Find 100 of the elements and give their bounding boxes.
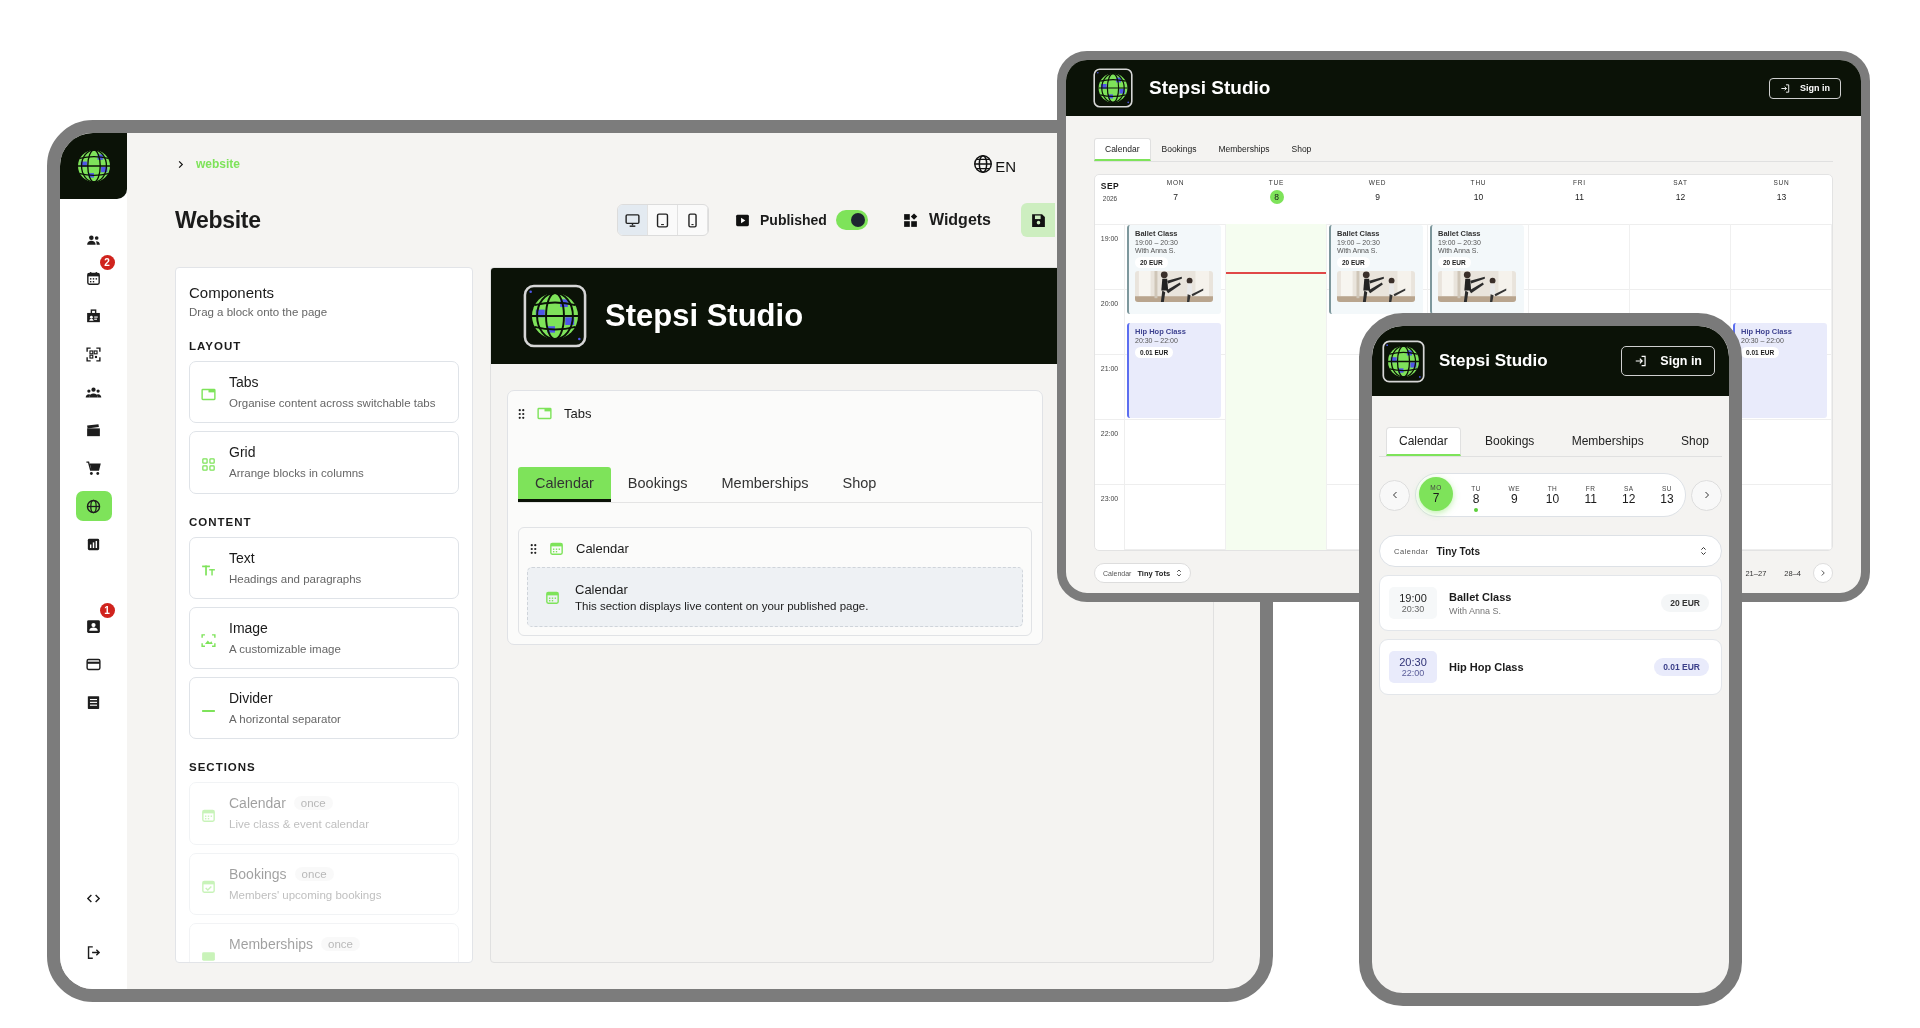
end-time: 20:30 xyxy=(1401,604,1425,614)
logo-icon xyxy=(77,150,110,182)
component-card[interactable]: Image A customizable image xyxy=(189,606,459,669)
save-icon xyxy=(1030,211,1047,229)
date-label: 8 xyxy=(1269,190,1284,204)
component-description: A customizable image xyxy=(229,641,341,657)
event-card[interactable]: 20:30 22:00 Hip Hop Class 0.01 EUR xyxy=(1379,639,1722,695)
desktop-icon xyxy=(624,211,641,229)
logout-icon xyxy=(85,943,102,961)
section-heading: SECTIONS xyxy=(189,761,257,774)
component-card[interactable]: Grid Arrange blocks in columns xyxy=(189,431,459,494)
component-card[interactable]: Tabs Organise content across switchable tabs xyxy=(189,361,459,424)
tab[interactable]: Memberships xyxy=(1207,138,1281,161)
component-name: Bookings xyxy=(229,865,287,882)
component-description: Live class & event calendar xyxy=(229,817,369,833)
tab[interactable]: Bookings xyxy=(610,467,705,502)
panel-title: Components xyxy=(189,284,276,301)
tab[interactable]: Bookings xyxy=(1150,138,1208,161)
tab[interactable]: Shop xyxy=(1280,138,1323,161)
tab[interactable]: Bookings xyxy=(1472,427,1548,456)
date-label: 10 xyxy=(1472,191,1485,204)
widgets-icon xyxy=(901,211,919,229)
drag-handle-icon[interactable] xyxy=(518,407,525,420)
document-icon xyxy=(85,693,102,711)
component-name: Memberships xyxy=(229,935,314,952)
scan-icon xyxy=(85,345,102,363)
component-name: Divider xyxy=(229,690,273,706)
price-tag: 0.01 EUR xyxy=(1654,658,1709,676)
date-label: 13 xyxy=(1775,191,1788,204)
event-teacher: With Anna S. xyxy=(1449,605,1503,616)
site-name: Stepsi Studio xyxy=(605,298,804,334)
contact-icon xyxy=(85,617,102,635)
component-description: Organise content across switchable tabs xyxy=(229,396,436,411)
placeholder-text: This section displays live content on your published page. xyxy=(575,600,869,612)
globe-icon xyxy=(972,153,995,175)
notification-badge: 2 xyxy=(99,255,115,270)
tabs-icon xyxy=(536,405,553,422)
once-tag: once xyxy=(321,936,360,951)
component-name: Calendar xyxy=(229,795,286,812)
sign-in-button[interactable]: Sign in xyxy=(1769,77,1841,99)
end-time: 22:00 xyxy=(1401,668,1425,678)
component-description: Arrange blocks in columns xyxy=(229,466,364,482)
component-name: Text xyxy=(229,549,255,566)
date-label: 11 xyxy=(1574,191,1585,204)
once-tag: once xyxy=(294,866,334,881)
id-card-icon xyxy=(85,307,102,325)
event-title: Hip Hop Class xyxy=(1449,661,1524,673)
section-heading: LAYOUT xyxy=(189,340,243,352)
event-title: Ballet Class xyxy=(1449,590,1512,603)
divider-icon xyxy=(200,710,217,712)
tab[interactable]: Shop xyxy=(825,467,894,502)
section-heading: CONTENT xyxy=(189,515,253,528)
cart-icon xyxy=(85,459,102,477)
grid-icon xyxy=(200,456,217,474)
tab[interactable]: Memberships xyxy=(704,467,826,502)
tab[interactable]: Shop xyxy=(1667,427,1722,456)
tab[interactable]: Memberships xyxy=(1558,427,1657,456)
tab[interactable]: Calendar xyxy=(518,467,611,502)
up-down-icon xyxy=(1176,568,1183,578)
block-label: Tabs xyxy=(564,406,592,421)
desktop-view-button[interactable] xyxy=(618,205,648,235)
once-tag: once xyxy=(293,796,333,811)
component-card[interactable]: Divider A horizontal separator xyxy=(189,677,459,740)
widgets-button[interactable]: Widgets xyxy=(901,211,991,229)
sign-in-icon xyxy=(1634,354,1649,368)
sign-in-button[interactable]: Sign in xyxy=(1621,346,1715,376)
component-card[interactable]: Text Headings and paragraphs xyxy=(189,536,459,599)
start-time: 19:00 xyxy=(1399,592,1427,604)
tablet-icon xyxy=(654,211,671,229)
image-icon xyxy=(200,631,217,649)
date-label: 12 xyxy=(1674,191,1687,204)
published-label: Published xyxy=(760,212,827,228)
tabs-block[interactable]: Tabs Calendar Bookings Memberships Shop Calendar Calendar This section displays live content on your published page. xyxy=(507,390,1043,645)
page-title: Website xyxy=(175,206,262,234)
globe-icon xyxy=(85,497,102,515)
tab[interactable]: Calendar xyxy=(1094,138,1151,161)
site-name: Stepsi Studio xyxy=(1439,351,1548,371)
save-button[interactable] xyxy=(1021,203,1055,237)
month-label: SEP xyxy=(1100,181,1120,191)
component-description: Members' upcoming bookings xyxy=(229,887,382,903)
placeholder-title: Calendar xyxy=(575,582,629,597)
event-card[interactable]: 19:00 20:30 Ballet Class With Anna S. 20 EUR xyxy=(1379,575,1722,631)
date-label: 9 xyxy=(1374,191,1381,204)
logo-icon xyxy=(523,284,587,348)
panel-subtitle: Drag a block onto the page xyxy=(189,306,329,318)
clapperboard-icon xyxy=(85,421,102,439)
logo-icon xyxy=(1382,339,1425,383)
tab[interactable]: Calendar xyxy=(1386,427,1461,456)
calendar-icon xyxy=(85,269,102,287)
calendar-icon xyxy=(548,540,565,557)
language-button[interactable]: EN xyxy=(972,153,1016,175)
price-tag: 20 EUR xyxy=(1661,594,1709,612)
drag-handle-icon[interactable] xyxy=(530,542,537,555)
component-description: Headings and paragraphs xyxy=(229,571,362,587)
published-toggle[interactable] xyxy=(835,210,868,230)
sidebar-item[interactable] xyxy=(75,491,112,521)
up-down-icon xyxy=(1700,545,1707,557)
calendar-block[interactable]: Calendar Calendar This section displays live content on your published page. xyxy=(518,527,1032,636)
site-name: Stepsi Studio xyxy=(1149,77,1271,99)
logo-icon xyxy=(1093,68,1133,108)
